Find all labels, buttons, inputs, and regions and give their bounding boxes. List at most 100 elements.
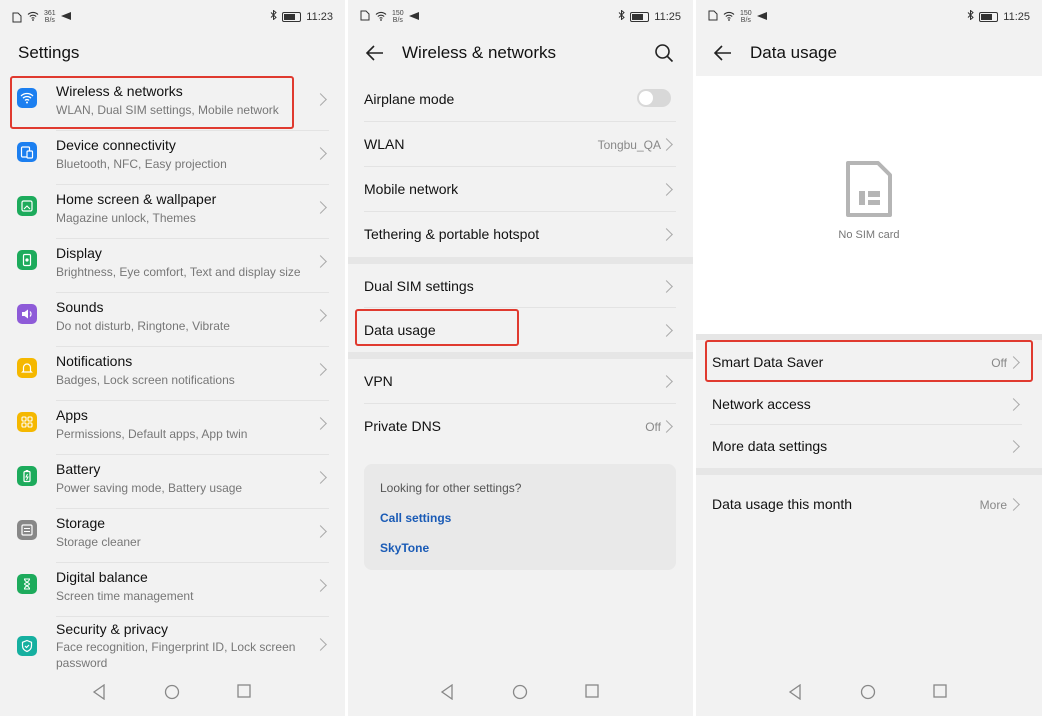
row-label: Airplane mode <box>364 91 455 107</box>
chevron-right-icon <box>660 375 673 388</box>
network-speed: 361 B/s <box>44 10 56 24</box>
nav-recent-icon[interactable] <box>237 684 251 698</box>
settings-item-device-connectivity[interactable]: Device connectivity Bluetooth, NFC, Easy… <box>0 130 345 184</box>
network-speed: 150 B/s <box>740 10 752 24</box>
vpn-row[interactable]: VPN <box>348 359 693 403</box>
chevron-right-icon <box>1007 498 1020 511</box>
nav-home-icon[interactable] <box>860 684 876 700</box>
private-dns-row[interactable]: Private DNS Off <box>348 404 693 448</box>
settings-item-digital-balance[interactable]: Digital balance Screen time management <box>0 562 345 616</box>
mobile-network-row[interactable]: Mobile network <box>348 167 693 211</box>
section-gap <box>696 468 1042 475</box>
row-label: WLAN <box>364 136 405 152</box>
wifi-status-icon <box>375 11 387 24</box>
nav-recent-icon[interactable] <box>585 684 599 698</box>
chevron-right-icon <box>660 228 673 241</box>
item-subtitle: Badges, Lock screen notifications <box>56 373 235 387</box>
chevron-right-icon <box>314 309 327 322</box>
suggestion-card: Looking for other settings? Call setting… <box>364 464 676 570</box>
item-subtitle: Power saving mode, Battery usage <box>56 481 243 495</box>
clock: 11:25 <box>1003 10 1030 23</box>
page-title: Data usage <box>750 43 837 62</box>
apps-icon <box>17 412 37 432</box>
chevron-right-icon <box>314 201 327 214</box>
item-title: Sounds <box>56 299 104 315</box>
more-data-settings-row[interactable]: More data settings <box>696 425 1042 469</box>
navigation-bar <box>0 680 345 706</box>
settings-item-display[interactable]: Display Brightness, Eye comfort, Text an… <box>0 238 345 292</box>
sound-icon <box>17 304 37 324</box>
nav-home-icon[interactable] <box>512 684 528 700</box>
chevron-right-icon <box>660 420 673 433</box>
wireless-networks-screen: 150 B/s 11:25 Wireless & networks Airplan… <box>348 0 693 716</box>
dual-sim-row[interactable]: Dual SIM settings <box>348 264 693 308</box>
chevron-right-icon <box>314 363 327 376</box>
skytone-link[interactable]: SkyTone <box>380 541 429 555</box>
settings-item-security[interactable]: Security & privacy Face recognition, Fin… <box>0 616 345 672</box>
page-title: Settings <box>18 43 80 62</box>
nav-recent-icon[interactable] <box>933 684 947 698</box>
row-label: More data settings <box>712 438 828 454</box>
row-label: Network access <box>712 396 811 412</box>
chevron-right-icon <box>1007 398 1020 411</box>
highlight-box <box>355 309 519 346</box>
settings-item-sounds[interactable]: Sounds Do not disturb, Ringtone, Vibrate <box>0 292 345 346</box>
highlight-box <box>705 340 1033 382</box>
nav-back-icon[interactable] <box>788 684 802 700</box>
location-icon <box>408 11 419 23</box>
chevron-right-icon <box>660 324 673 337</box>
call-settings-link[interactable]: Call settings <box>380 511 451 525</box>
row-label: Private DNS <box>364 418 442 434</box>
chevron-right-icon <box>660 280 673 293</box>
row-label: Tethering & portable hotspot <box>364 226 540 242</box>
chevron-right-icon <box>314 579 327 592</box>
search-icon[interactable] <box>653 42 675 64</box>
settings-item-battery[interactable]: Battery Power saving mode, Battery usage <box>0 454 345 508</box>
item-title: Display <box>56 245 102 261</box>
device-connectivity-icon <box>17 142 37 162</box>
settings-item-notifications[interactable]: Notifications Badges, Lock screen notifi… <box>0 346 345 400</box>
airplane-mode-row[interactable]: Airplane mode <box>348 76 693 120</box>
chevron-right-icon <box>314 525 327 538</box>
chevron-right-icon <box>314 93 327 106</box>
tethering-row[interactable]: Tethering & portable hotspot <box>348 212 693 256</box>
item-subtitle: Screen time management <box>56 589 194 603</box>
back-arrow-icon[interactable] <box>364 42 386 64</box>
chevron-right-icon <box>1007 440 1020 453</box>
sim-icon <box>360 10 370 24</box>
item-subtitle: Storage cleaner <box>56 535 141 549</box>
settings-item-apps[interactable]: Apps Permissions, Default apps, App twin <box>0 400 345 454</box>
sim-icon <box>12 12 22 23</box>
section-gap <box>348 352 693 359</box>
nav-back-icon[interactable] <box>440 684 454 700</box>
app-bar: Wireless & networks <box>348 34 693 74</box>
settings-item-home-screen[interactable]: Home screen & wallpaper Magazine unlock,… <box>0 184 345 238</box>
airplane-mode-toggle[interactable] <box>637 89 671 107</box>
no-sim-indicator: No SIM card <box>696 160 1042 241</box>
battery-icon <box>17 466 37 486</box>
wifi-status-icon <box>723 11 735 24</box>
wifi-status-icon <box>27 11 39 24</box>
back-arrow-icon[interactable] <box>712 42 734 64</box>
nav-home-icon[interactable] <box>164 684 180 700</box>
settings-item-storage[interactable]: Storage Storage cleaner <box>0 508 345 562</box>
chevron-right-icon <box>314 638 327 651</box>
network-access-row[interactable]: Network access <box>696 383 1042 427</box>
item-subtitle: Bluetooth, NFC, Easy projection <box>56 157 227 171</box>
app-bar: Data usage <box>696 34 1042 74</box>
row-label: VPN <box>364 373 393 389</box>
data-usage-screen: 150 B/s 11:25 Data usage No SIM card Smar… <box>696 0 1042 716</box>
bluetooth-icon <box>270 9 278 23</box>
chevron-right-icon <box>660 138 673 151</box>
suggestion-title: Looking for other settings? <box>380 481 522 495</box>
item-title: Apps <box>56 407 88 423</box>
chevron-right-icon <box>314 255 327 268</box>
nav-back-icon[interactable] <box>92 684 106 700</box>
more-link[interactable]: More <box>980 498 1007 512</box>
data-usage-this-month-row[interactable]: Data usage this month More <box>696 482 1042 526</box>
item-subtitle: Face recognition, Fingerprint ID, Lock s… <box>56 640 296 670</box>
battery-status-icon <box>979 11 999 22</box>
bluetooth-icon <box>618 9 626 23</box>
sim-card-icon <box>846 161 892 217</box>
wlan-row[interactable]: WLAN Tongbu_QA <box>348 122 693 166</box>
